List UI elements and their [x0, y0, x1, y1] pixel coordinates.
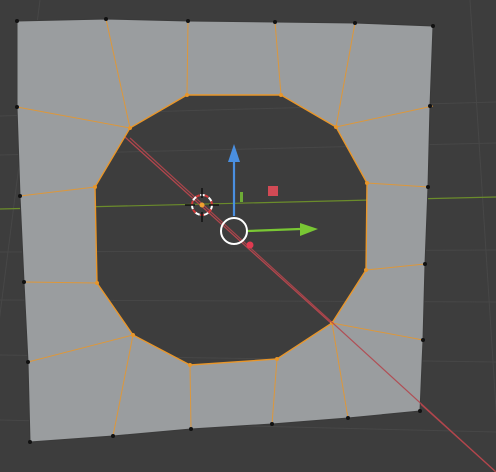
mesh-vertex[interactable] — [346, 416, 350, 420]
mesh-vertex-selected[interactable] — [93, 185, 97, 189]
mesh-vertex[interactable] — [111, 434, 115, 438]
mesh-vertex-selected[interactable] — [275, 357, 279, 361]
mesh-vertex[interactable] — [431, 24, 435, 28]
mesh-vertex-selected[interactable] — [365, 181, 369, 185]
mesh-vertex[interactable] — [428, 104, 432, 108]
mesh-vertex-selected[interactable] — [279, 93, 283, 97]
mesh-vertex[interactable] — [15, 19, 19, 23]
mesh-vertex-selected[interactable] — [131, 333, 135, 337]
mesh-vertex[interactable] — [18, 194, 22, 198]
mesh-vertex-selected[interactable] — [185, 93, 189, 97]
mesh-vertex-selected[interactable] — [128, 126, 132, 130]
mesh-vertex[interactable] — [426, 185, 430, 189]
mesh-vertex[interactable] — [189, 427, 193, 431]
mesh-vertex[interactable] — [353, 21, 357, 25]
mesh-vertex[interactable] — [418, 409, 422, 413]
mesh-vertex[interactable] — [421, 338, 425, 342]
mesh-vertex[interactable] — [28, 440, 32, 444]
mesh-vertex[interactable] — [423, 262, 427, 266]
origin-dot-icon — [246, 241, 254, 249]
mesh-vertex[interactable] — [186, 19, 190, 23]
mesh-vertex-selected[interactable] — [364, 268, 368, 272]
mesh-vertex-selected[interactable] — [188, 363, 192, 367]
mesh-vertex[interactable] — [26, 360, 30, 364]
plane-handle-icon[interactable] — [268, 186, 278, 196]
mesh-vertex-selected[interactable] — [95, 281, 99, 285]
mesh-vertex[interactable] — [273, 20, 277, 24]
plane-handle-icon[interactable] — [240, 192, 243, 202]
mesh-vertex-selected[interactable] — [334, 125, 338, 129]
3d-viewport[interactable] — [0, 0, 496, 472]
mesh-vertex[interactable] — [15, 105, 19, 109]
mesh-vertex[interactable] — [22, 280, 26, 284]
mesh-vertex[interactable] — [270, 422, 274, 426]
mesh-vertex[interactable] — [104, 17, 108, 21]
cursor-center-icon — [199, 202, 205, 208]
